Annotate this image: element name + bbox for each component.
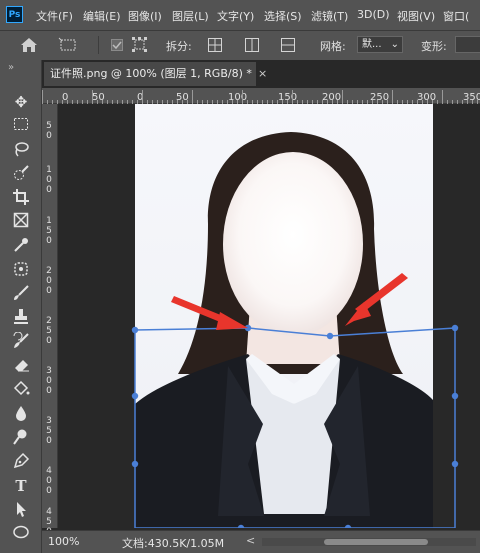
split-cross-icon[interactable] <box>207 37 223 56</box>
transform-label: 变形: <box>421 40 447 53</box>
marquee-icon[interactable] <box>10 116 32 136</box>
canvas-area[interactable] <box>58 104 480 528</box>
paint-bucket-icon[interactable] <box>10 380 32 400</box>
type-icon[interactable]: T <box>10 476 32 496</box>
tab-document[interactable]: 证件照.png @ 100% (图层 1, RGB/8) * <box>44 62 256 86</box>
warp-handle <box>451 324 459 332</box>
zoom-level[interactable]: 100% <box>48 535 79 548</box>
document-image[interactable] <box>58 104 480 528</box>
crop-icon[interactable] <box>10 188 32 208</box>
ruler-v-label: 2 5 0 <box>46 316 52 346</box>
split-vertical-icon[interactable] <box>244 37 260 56</box>
ruler-h-ticks <box>42 90 478 104</box>
grid-select-value: 默... <box>362 39 382 50</box>
warp-handle <box>326 332 334 340</box>
move-icon[interactable]: ✥ <box>10 92 32 112</box>
menu-type[interactable]: 文字(Y) <box>217 8 254 24</box>
menu-file[interactable]: 文件(F) <box>36 8 73 24</box>
menu-window[interactable]: 窗口( <box>443 8 469 24</box>
warp-tool-preset-icon[interactable] <box>58 37 78 56</box>
quick-select-icon[interactable] <box>10 164 32 184</box>
transform-input[interactable] <box>455 36 480 53</box>
dodge-icon[interactable] <box>10 428 32 448</box>
ruler-v-label: 1 0 0 <box>46 165 52 195</box>
warp-handle <box>131 326 139 334</box>
menu-view[interactable]: 视图(V) <box>397 8 435 24</box>
home-icon[interactable] <box>20 37 38 56</box>
ruler-v-label: 2 0 0 <box>46 266 52 296</box>
ruler-v-label: 3 5 0 <box>46 416 52 446</box>
shape-icon[interactable] <box>10 524 32 544</box>
warp-handle <box>451 460 459 468</box>
eraser-icon[interactable] <box>10 356 32 376</box>
scroll-left-arrow[interactable]: < <box>246 534 255 547</box>
scrollbar-thumb[interactable] <box>324 539 428 545</box>
menu-edit[interactable]: 编辑(E) <box>83 8 121 24</box>
ruler-v-label: 4 0 0 <box>46 466 52 496</box>
menu-select[interactable]: 选择(S) <box>264 8 302 24</box>
chevron-down-icon: ⌄ <box>390 39 399 50</box>
grid-label: 网格: <box>320 40 346 53</box>
stamp-icon[interactable] <box>10 308 32 328</box>
blur-icon[interactable] <box>10 404 32 424</box>
options-divider <box>98 36 99 54</box>
frame-icon[interactable] <box>10 212 32 232</box>
split-horizontal-icon[interactable] <box>280 37 296 56</box>
ruler-v-label: 5 0 <box>46 121 52 141</box>
ruler-v-label: 3 0 0 <box>46 366 52 396</box>
menu-3d[interactable]: 3D(D) <box>357 8 390 21</box>
history-brush-icon[interactable] <box>10 331 32 352</box>
eyedropper-icon[interactable] <box>10 236 32 256</box>
photoshop-logo[interactable]: Ps <box>6 6 23 23</box>
lasso-icon[interactable] <box>10 140 32 160</box>
collapse-panel-icon[interactable]: » <box>8 62 14 73</box>
grid-select[interactable]: 默... ⌄ <box>357 36 403 53</box>
ruler-v-label: 1 5 0 <box>46 216 52 246</box>
menu-image[interactable]: 图像(I) <box>128 8 162 24</box>
warp-handle <box>451 392 459 400</box>
warp-handle <box>131 460 139 468</box>
healing-icon[interactable] <box>10 260 32 280</box>
menu-filter[interactable]: 滤镜(T) <box>311 8 348 24</box>
split-label: 拆分: <box>166 40 192 53</box>
checkbox-icon[interactable] <box>111 39 123 54</box>
path-select-icon[interactable] <box>10 500 32 520</box>
pen-icon[interactable] <box>10 452 32 472</box>
close-icon[interactable]: × <box>258 67 267 80</box>
warp-grid-toggle-icon[interactable] <box>131 36 149 57</box>
document-info[interactable]: 文档:430.5K/1.05M <box>122 535 224 551</box>
face <box>223 152 363 336</box>
warp-handle <box>131 392 139 400</box>
menu-layer[interactable]: 图层(L) <box>172 8 209 24</box>
brush-icon[interactable] <box>10 284 32 304</box>
